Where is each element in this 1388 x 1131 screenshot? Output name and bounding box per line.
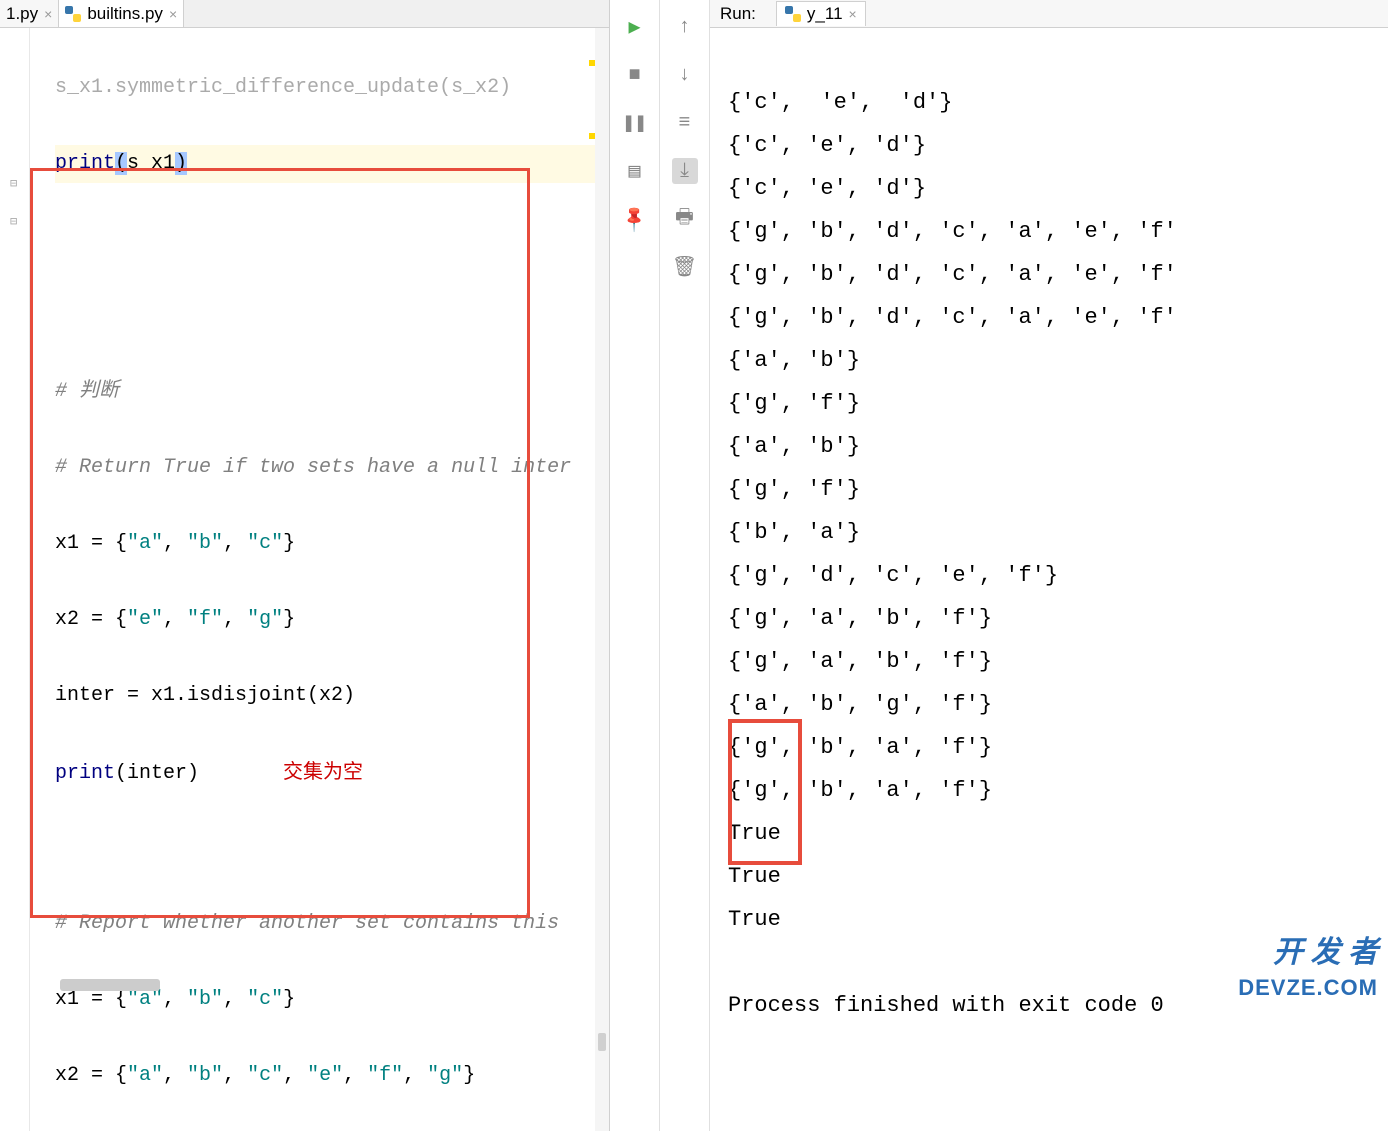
output-line: {'g', 'a', 'b', 'f'}: [728, 606, 992, 631]
output-line: {'g', 'b', 'd', 'c', 'a', 'e', 'f': [728, 262, 1177, 287]
code-line: inter = x1.isdisjoint(x2): [55, 677, 609, 715]
python-icon: [65, 6, 81, 22]
code-line: x2 = {"e", "f", "g"}: [55, 601, 609, 639]
output-line: {'c', 'e', 'd'}: [728, 133, 926, 158]
output-line: {'g', 'f'}: [728, 391, 860, 416]
stop-button[interactable]: ■: [622, 62, 648, 88]
layout-button[interactable]: ▤: [622, 158, 648, 184]
pause-button[interactable]: ❚❚: [622, 110, 648, 136]
scroll-thumb[interactable]: [598, 1033, 606, 1051]
code-line: x2 = {"a", "b", "c", "e", "f", "g"}: [55, 1057, 609, 1095]
tab-label: 1.py: [6, 4, 38, 24]
pin-button[interactable]: 📌: [616, 201, 653, 238]
down-button[interactable]: ↓: [672, 62, 698, 88]
clear-button[interactable]: 🗑: [672, 254, 698, 280]
output-line: True: [728, 864, 781, 889]
watermark-cn: 开 发 者: [1273, 927, 1378, 971]
code-comment: # 判断: [55, 373, 609, 411]
output-line: {'c', 'e', 'd'}: [728, 176, 926, 201]
editor-gutter: ⊟ ⊟: [0, 28, 30, 1131]
output-highlight-box: [728, 719, 802, 865]
output-line: {'g', 'd', 'c', 'e', 'f'}: [728, 563, 1058, 588]
output-line: {'a', 'b'}: [728, 434, 860, 459]
run-toolbar-1: ▶ ■ ❚❚ ▤ 📌: [610, 0, 660, 1131]
tab-label: builtins.py: [87, 4, 163, 24]
run-tab-label: y_11: [807, 4, 843, 24]
close-icon[interactable]: ×: [849, 6, 857, 22]
print-button[interactable]: 🖶: [672, 206, 698, 232]
code-line: x1 = {"a", "b", "c"}: [55, 525, 609, 563]
code-line: print(inter) 交集为空: [55, 753, 609, 791]
close-icon[interactable]: ×: [169, 6, 177, 22]
output-line: {'g', 'a', 'b', 'f'}: [728, 649, 992, 674]
output-line: {'g', 'b', 'd', 'c', 'a', 'e', 'f': [728, 305, 1177, 330]
code-area[interactable]: s_x1.symmetric_difference_update(s_x2) p…: [0, 28, 609, 1131]
output-line: True: [728, 907, 781, 932]
code-line-current: print(s_x1): [55, 145, 609, 183]
watermark-en: DEVZE.COM: [1238, 975, 1378, 1001]
process-finished: Process finished with exit code 0: [728, 993, 1164, 1018]
output-line: {'c', 'e', 'd'}: [728, 90, 952, 115]
h-scrollbar[interactable]: [60, 979, 160, 991]
editor-panel: 1.py × builtins.py × ⊟ ⊟ s_x1.symmetric_…: [0, 0, 610, 1131]
output-line: {'b', 'a'}: [728, 520, 860, 545]
close-icon[interactable]: ×: [44, 6, 52, 22]
tab-builtins[interactable]: builtins.py ×: [59, 0, 184, 27]
output-line: {'g', 'f'}: [728, 477, 860, 502]
up-button[interactable]: ↑: [672, 14, 698, 40]
output-line: {'a', 'b'}: [728, 348, 860, 373]
editor-tabs: 1.py × builtins.py ×: [0, 0, 609, 28]
code-comment: # Return True if two sets have a null in…: [55, 449, 609, 487]
scroll-strip[interactable]: [595, 28, 609, 1131]
wrap-button[interactable]: ≡: [672, 110, 698, 136]
code-comment: # Report whether another set contains th…: [55, 905, 609, 943]
code-line: s_x1.symmetric_difference_update(s_x2): [55, 69, 609, 107]
run-button[interactable]: ▶: [622, 14, 648, 40]
run-header: Run: y_11 ×: [710, 0, 1388, 28]
scroll-to-end-button[interactable]: ⤓: [672, 158, 698, 184]
run-tab[interactable]: y_11 ×: [776, 1, 866, 26]
run-label: Run:: [720, 4, 756, 24]
output-line: {'a', 'b', 'g', 'f'}: [728, 692, 992, 717]
python-icon: [785, 6, 801, 22]
editor-body[interactable]: ⊟ ⊟ s_x1.symmetric_difference_update(s_x…: [0, 28, 609, 1131]
output-line: {'g', 'b', 'd', 'c', 'a', 'e', 'f': [728, 219, 1177, 244]
tab-1py[interactable]: 1.py ×: [0, 0, 59, 27]
run-toolbar-2: ↑ ↓ ≡ ⤓ 🖶 🗑: [660, 0, 710, 1131]
